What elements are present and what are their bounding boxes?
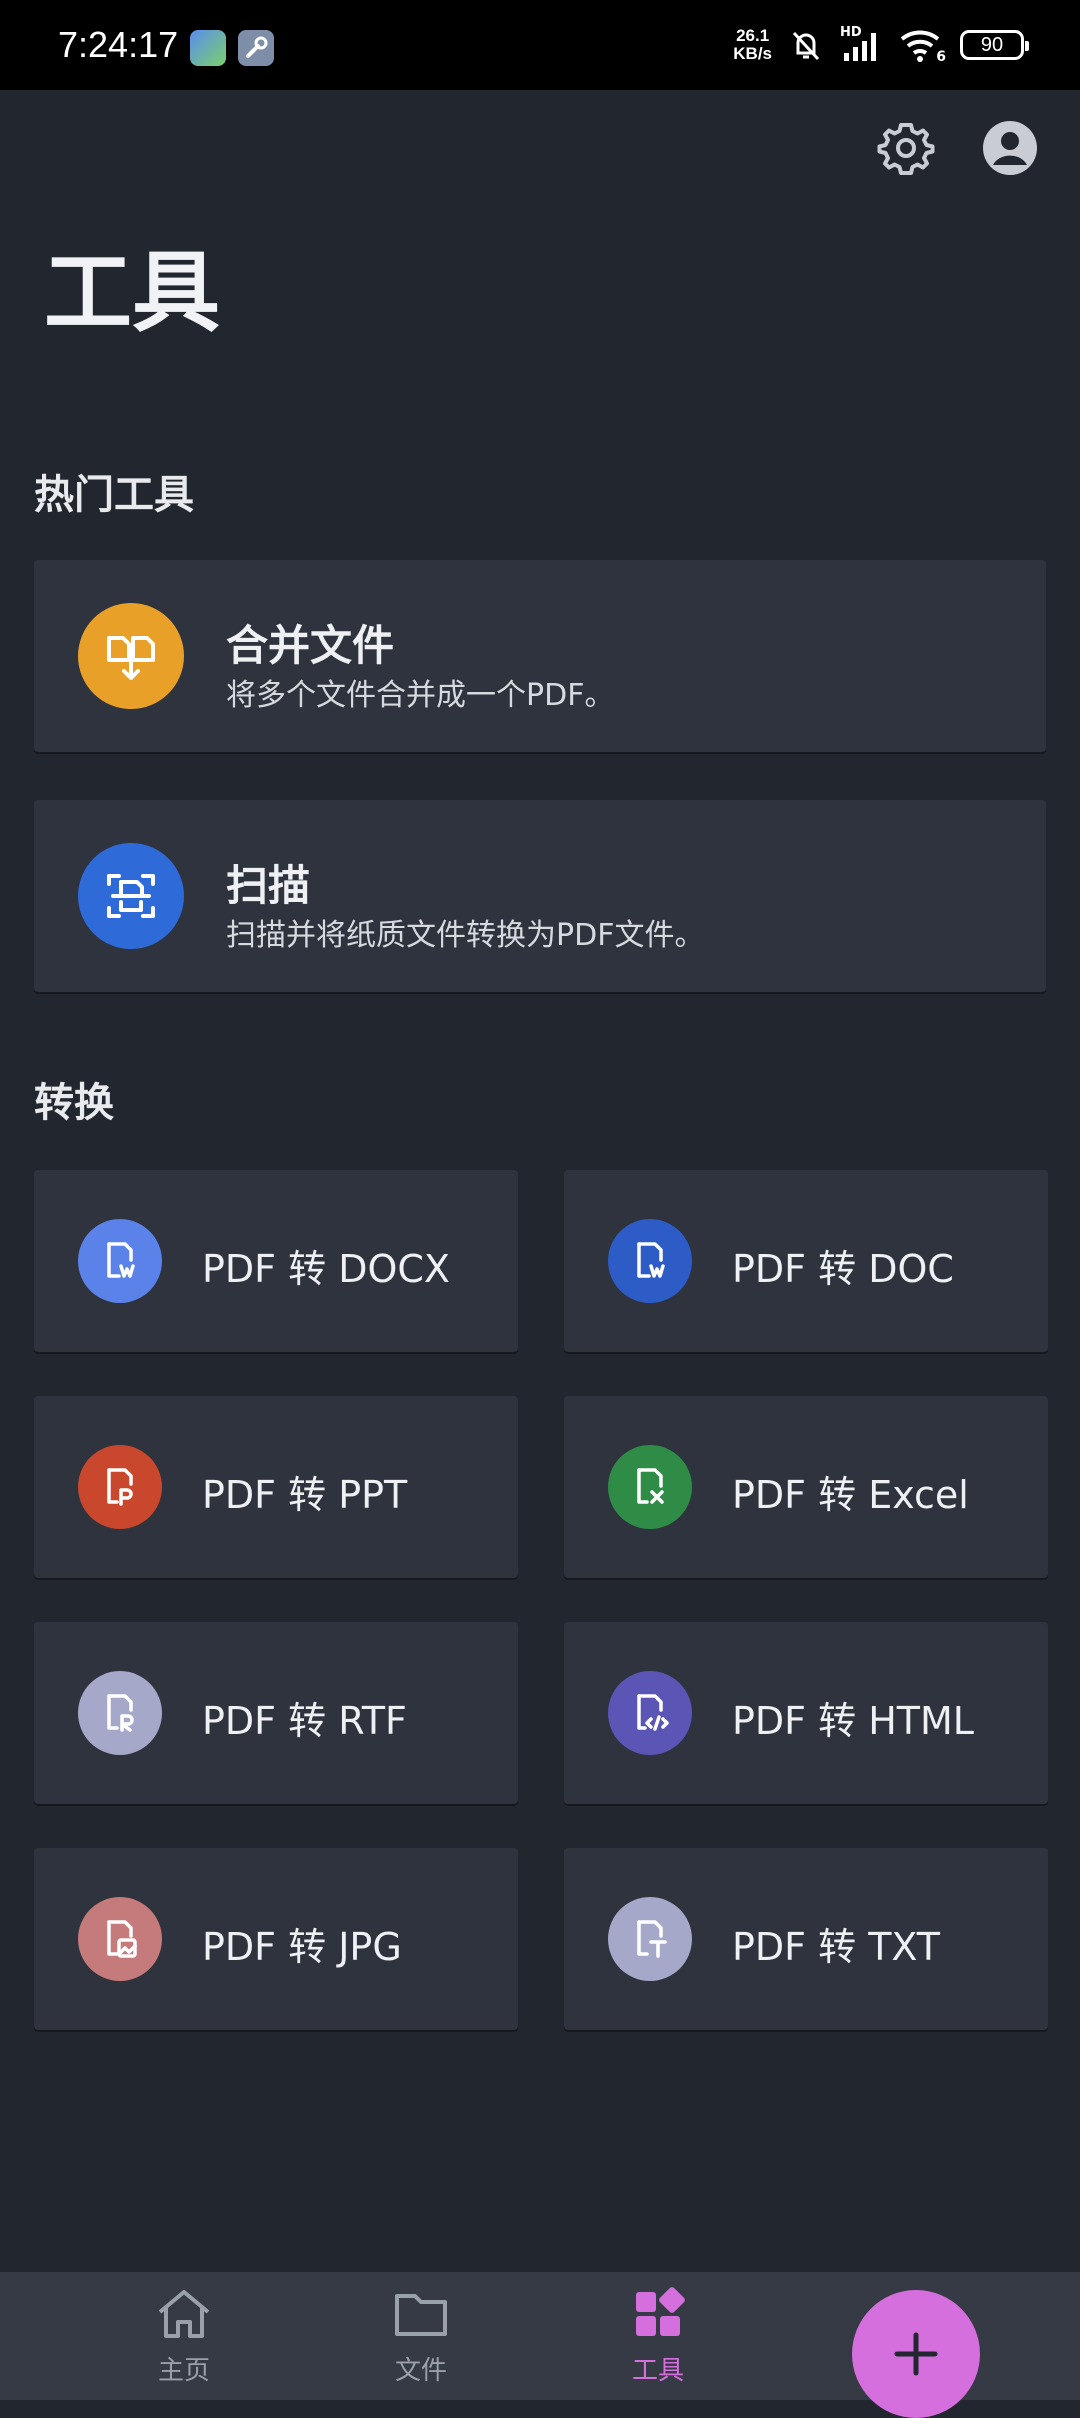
bottom-navigation: 主页 文件 工具 [0, 2272, 1080, 2418]
merge-files-desc: 将多个文件合并成一个PDF。 [226, 678, 615, 713]
scan-desc: 扫描并将纸质文件转换为PDF文件。 [226, 918, 705, 953]
pdf-to-ppt-card[interactable]: PDF 转 PPT [34, 1396, 518, 1578]
scan-card[interactable]: 扫描 扫描并将纸质文件转换为PDF文件。 [34, 800, 1046, 992]
merge-files-card[interactable]: 合并文件 将多个文件合并成一个PDF。 [34, 560, 1046, 752]
status-bar: 7:24:17 26.1 KB/s HD 6 90 [0, 0, 1080, 90]
section-heading-convert: 转换 [34, 1080, 114, 1126]
pdf-to-html-label: PDF 转 HTML [732, 1699, 974, 1743]
pdf-to-jpg-label: PDF 转 JPG [202, 1925, 402, 1969]
add-button[interactable] [852, 2290, 980, 2418]
pdf-to-doc-card[interactable]: PDF 转 DOC [564, 1170, 1048, 1352]
gear-icon[interactable] [876, 118, 936, 178]
nav-tools[interactable]: 工具 [588, 2286, 728, 2387]
status-time: 7:24:17 [58, 24, 179, 65]
merge-files-title: 合并文件 [226, 621, 395, 670]
nav-home[interactable]: 主页 [114, 2286, 254, 2387]
nav-files-label: 文件 [394, 2356, 447, 2386]
rtf-icon [78, 1671, 162, 1755]
merge-files-icon [78, 603, 184, 709]
docx-icon [78, 1219, 162, 1303]
pdf-to-html-card[interactable]: PDF 转 HTML [564, 1622, 1048, 1804]
doc-icon [608, 1219, 692, 1303]
scan-title: 扫描 [226, 861, 311, 910]
pdf-to-doc-label: PDF 转 DOC [732, 1247, 954, 1291]
html-icon [608, 1671, 692, 1755]
nav-home-label: 主页 [157, 2356, 210, 2386]
pdf-to-rtf-card[interactable]: PDF 转 RTF [34, 1622, 518, 1804]
gallery-app-icon [190, 30, 226, 66]
excel-icon [608, 1445, 692, 1529]
account-icon[interactable] [980, 118, 1040, 178]
pdf-to-txt-card[interactable]: PDF 转 TXT [564, 1848, 1048, 2030]
pdf-to-docx-label: PDF 转 DOCX [202, 1247, 450, 1291]
jpg-icon [78, 1897, 162, 1981]
pdf-to-excel-label: PDF 转 Excel [732, 1473, 969, 1517]
pdf-to-txt-label: PDF 转 TXT [732, 1925, 940, 1969]
pdf-to-ppt-label: PDF 转 PPT [202, 1473, 408, 1517]
pdf-to-rtf-label: PDF 转 RTF [202, 1699, 407, 1743]
tools-app-icon [238, 30, 274, 66]
status-indicators: 26.1 KB/s HD 6 90 [733, 22, 1029, 68]
section-heading-popular: 热门工具 [34, 472, 194, 518]
txt-icon [608, 1897, 692, 1981]
nav-tools-label: 工具 [631, 2356, 684, 2386]
plus-icon [894, 2332, 938, 2376]
mute-bell-icon [792, 31, 820, 61]
wifi-icon: 6 [898, 25, 946, 65]
network-speed: 26.1 KB/s [733, 26, 772, 63]
nav-files[interactable]: 文件 [351, 2286, 491, 2387]
folder-icon [395, 2294, 447, 2336]
ppt-icon [78, 1445, 162, 1529]
pdf-to-jpg-card[interactable]: PDF 转 JPG [34, 1848, 518, 2030]
home-icon [158, 2290, 210, 2338]
page-title: 工具 [44, 241, 221, 344]
tools-grid-icon [636, 2287, 685, 2336]
battery-indicator: 90 [960, 30, 1029, 60]
pdf-to-docx-card[interactable]: PDF 转 DOCX [34, 1170, 518, 1352]
signal-icon: HD [840, 25, 884, 65]
header-actions [876, 118, 1040, 178]
scan-icon [78, 843, 184, 949]
pdf-to-excel-card[interactable]: PDF 转 Excel [564, 1396, 1048, 1578]
